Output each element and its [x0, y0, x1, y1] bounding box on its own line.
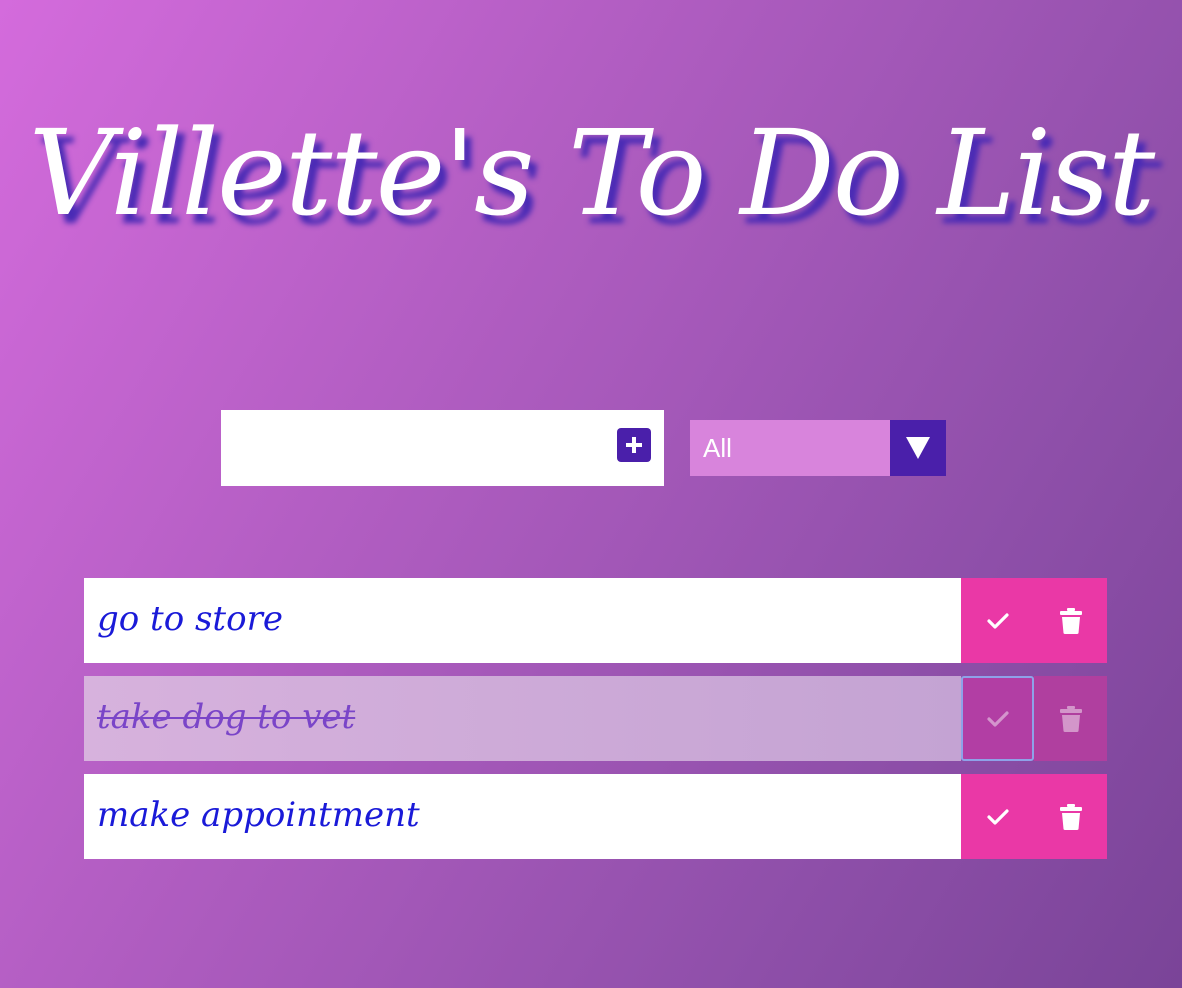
triangle-down-icon	[906, 437, 930, 459]
page-title: Villette's To Do List	[28, 104, 1156, 242]
trash-icon	[1059, 607, 1082, 634]
todo-item: make appointment	[84, 774, 1108, 859]
delete-button[interactable]	[1034, 578, 1107, 663]
trash-icon	[1059, 803, 1082, 830]
complete-button[interactable]	[961, 578, 1034, 663]
filter-dropdown-button[interactable]	[890, 420, 946, 476]
todo-input-container	[221, 410, 664, 486]
todo-text: take dog to vet	[97, 697, 356, 737]
todo-input[interactable]	[221, 410, 611, 486]
filter-selected-value[interactable]: All	[690, 420, 890, 476]
check-icon	[986, 612, 1009, 629]
plus-icon	[626, 437, 642, 453]
todo-item: take dog to vet	[84, 676, 1108, 761]
todo-text-box: take dog to vet	[84, 676, 961, 761]
add-todo-button[interactable]	[617, 428, 651, 462]
delete-button[interactable]	[1034, 676, 1107, 761]
complete-button[interactable]	[961, 676, 1034, 761]
delete-button[interactable]	[1034, 774, 1107, 859]
complete-button[interactable]	[961, 774, 1034, 859]
todo-text: make appointment	[97, 795, 420, 835]
filter-select[interactable]: All	[690, 420, 946, 476]
todo-text-box: go to store	[84, 578, 961, 663]
todo-text: go to store	[97, 599, 283, 639]
check-icon	[986, 808, 1009, 825]
todo-list: go to store take dog to vet make appoint…	[84, 578, 1108, 872]
todo-text-box: make appointment	[84, 774, 961, 859]
trash-icon	[1059, 705, 1082, 732]
todo-item: go to store	[84, 578, 1108, 663]
check-icon	[986, 710, 1009, 727]
